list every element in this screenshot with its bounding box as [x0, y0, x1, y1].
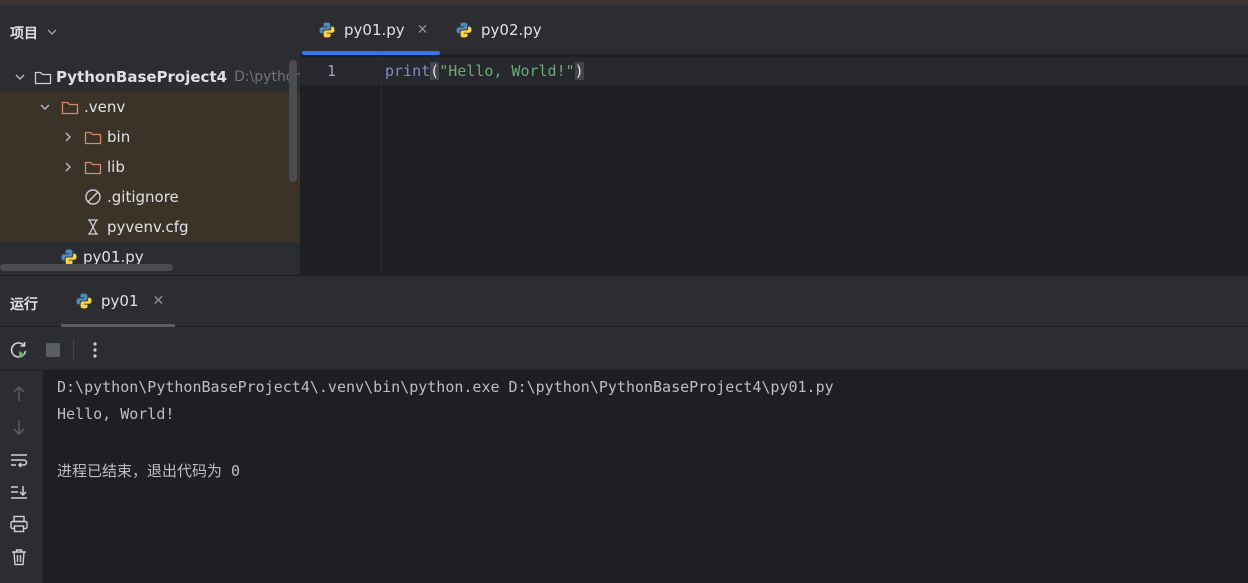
console-command-line: D:\python\PythonBaseProject4\.venv\bin\p…: [57, 378, 834, 396]
stop-button[interactable]: [42, 339, 64, 361]
more-options-button[interactable]: [84, 339, 106, 361]
run-tab-label: py01: [101, 292, 139, 310]
trash-icon: [12, 549, 26, 566]
chevron-right-icon[interactable]: [61, 161, 75, 173]
tab-py01[interactable]: py01.py ✕: [318, 5, 428, 55]
code-paren-open: (: [430, 62, 440, 80]
project-vertical-scrollbar[interactable]: [289, 60, 297, 182]
tree-item-gitignore[interactable]: .gitignore: [0, 182, 300, 212]
run-toolbar: [0, 327, 1248, 371]
tree-item-pyvenv-cfg[interactable]: pyvenv.cfg: [0, 212, 300, 242]
printer-icon: [10, 515, 28, 533]
chevron-down-icon[interactable]: [38, 101, 52, 113]
folder-icon: [60, 99, 80, 115]
project-panel-title: 项目: [10, 26, 38, 42]
project-panel: 项目 PythonBaseProject4 D:\python\ .venv: [0, 5, 300, 275]
tree-item-project-root[interactable]: PythonBaseProject4 D:\python\: [0, 62, 300, 92]
more-vertical-icon: [93, 342, 97, 358]
editor-tab-bar: py01.py ✕ py02.py: [300, 5, 1248, 55]
toolbar-separator: [73, 338, 74, 360]
rerun-button[interactable]: [8, 339, 30, 361]
python-file-icon: [59, 249, 79, 265]
print-button[interactable]: [8, 513, 30, 535]
arrow-down-icon: [13, 420, 25, 436]
console-exit-line: 进程已结束，退出代码为 0: [57, 462, 241, 480]
tab-py02[interactable]: py02.py: [455, 5, 542, 55]
ignore-file-icon: [83, 189, 103, 205]
tab-label: py02.py: [481, 21, 542, 39]
tree-item-venv[interactable]: .venv: [0, 92, 300, 122]
folder-icon: [34, 69, 52, 85]
run-side-toolbar: [0, 371, 43, 583]
run-console[interactable]: D:\python\PythonBaseProject4\.venv\bin\p…: [43, 371, 1248, 583]
rerun-icon: [10, 342, 27, 358]
chevron-down-icon: [46, 26, 58, 41]
scroll-down-button[interactable]: [8, 416, 30, 438]
python-file-icon: [75, 292, 93, 310]
tree-item-label: .venv: [84, 98, 126, 116]
tree-item-label: PythonBaseProject4: [56, 68, 228, 86]
tree-item-bin[interactable]: bin: [0, 122, 300, 152]
run-panel-title: 运行: [10, 297, 38, 313]
chevron-right-icon[interactable]: [61, 131, 75, 143]
arrow-up-icon: [13, 385, 25, 401]
code-function: print: [385, 62, 431, 80]
close-icon[interactable]: ✕: [417, 22, 429, 38]
tree-item-label: bin: [107, 128, 131, 146]
code-paren-close: ): [574, 62, 584, 80]
folder-icon: [83, 129, 103, 145]
scroll-to-end-button[interactable]: [8, 481, 30, 503]
tab-label: py01.py: [344, 21, 405, 39]
folder-icon: [83, 159, 103, 175]
scroll-up-button[interactable]: [8, 383, 30, 405]
scroll-to-end-icon: [11, 486, 27, 499]
clear-all-button[interactable]: [8, 546, 30, 568]
run-tab-py01[interactable]: py01 ✕: [75, 292, 164, 310]
code-editor[interactable]: 1 print("Hello, World!"): [300, 55, 1248, 275]
project-horizontal-scrollbar[interactable]: [0, 264, 173, 271]
console-output-line: Hello, World!: [57, 405, 175, 423]
python-file-icon: [318, 21, 336, 39]
tree-item-label: .gitignore: [107, 188, 179, 206]
soft-wrap-button[interactable]: [8, 449, 30, 471]
chevron-down-icon[interactable]: [14, 71, 26, 83]
line-number: 1: [327, 62, 337, 80]
close-icon[interactable]: ✕: [153, 293, 165, 309]
project-view-selector[interactable]: 项目: [10, 23, 58, 43]
code-line[interactable]: print("Hello, World!"): [385, 62, 584, 80]
config-file-icon: [83, 219, 103, 235]
stop-icon: [46, 343, 60, 357]
gutter-divider: [381, 55, 382, 275]
soft-wrap-icon: [11, 454, 28, 468]
run-panel-header: 运行 py01 ✕: [0, 275, 1248, 327]
tree-item-label: lib: [107, 158, 125, 176]
tree-item-label: pyvenv.cfg: [107, 218, 189, 236]
python-file-icon: [455, 21, 473, 39]
code-string: "Hello, World!": [439, 62, 575, 80]
tree-item-lib[interactable]: lib: [0, 152, 300, 182]
